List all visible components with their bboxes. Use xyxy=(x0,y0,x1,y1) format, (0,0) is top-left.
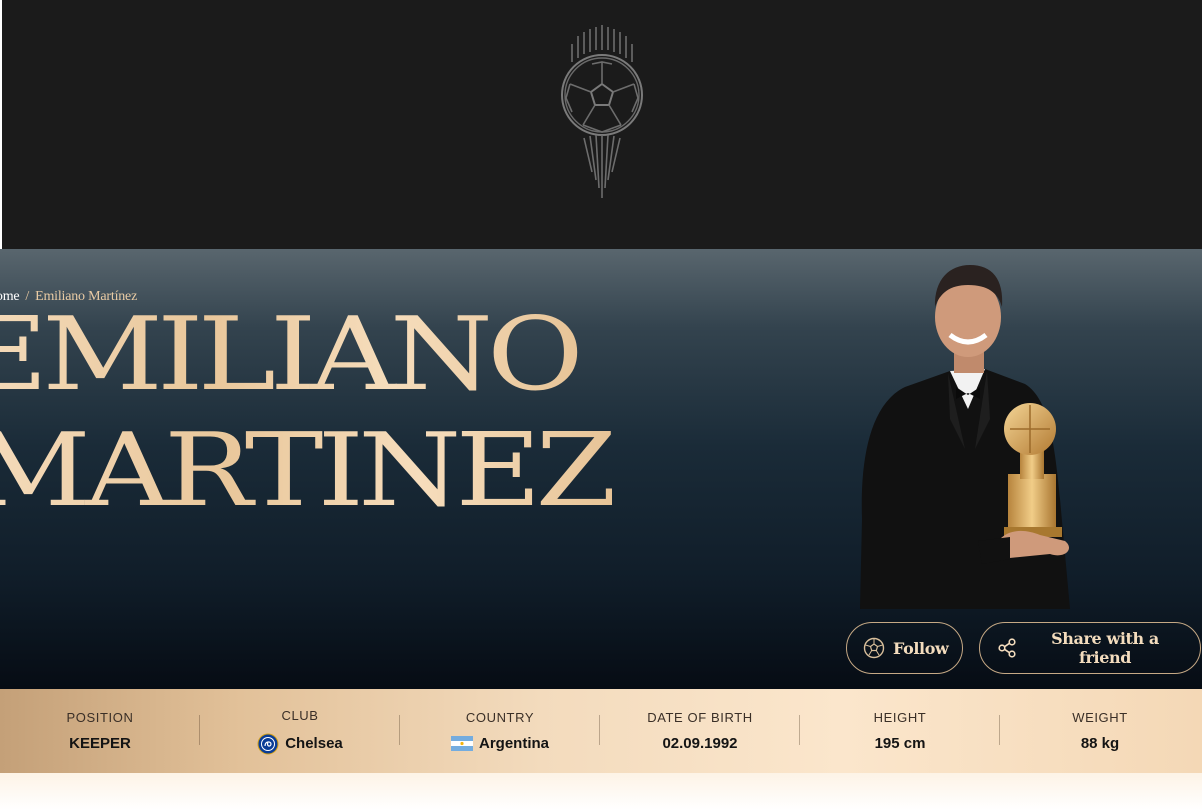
stat-value: 195 cm xyxy=(875,735,926,752)
dob-value: 02.09.1992 xyxy=(662,735,738,752)
stat-label: POSITION xyxy=(66,710,134,725)
stat-label: CLUB xyxy=(281,707,319,723)
weight-value: 88 kg xyxy=(1080,735,1120,752)
player-first-name: EMILIANO xyxy=(0,303,584,404)
follow-label: Follow xyxy=(893,638,949,658)
follow-button[interactable]: Follow xyxy=(846,622,963,674)
club-link[interactable]: Chelsea xyxy=(285,735,343,752)
stat-value: 88 kg xyxy=(1081,735,1119,752)
stat-value: Chelsea xyxy=(257,733,343,755)
stat-position: POSITION KEEPER xyxy=(0,689,200,773)
player-hero: Home/Emiliano Martínez EMILIANO MARTINEZ xyxy=(0,249,1202,689)
stat-label: HEIGHT xyxy=(873,710,927,725)
argentina-flag-icon xyxy=(450,736,473,751)
stat-height: HEIGHT 195 cm xyxy=(800,689,1000,773)
player-stats-bar: POSITION KEEPER CLUB Chelsea COUNTRY Arg… xyxy=(0,689,1202,773)
stat-value: Argentina xyxy=(450,735,549,752)
share-label: Share with a friend xyxy=(1051,629,1159,667)
chelsea-crest-icon xyxy=(257,733,279,754)
stat-date-of-birth: DATE OF BIRTH 02.09.1992 xyxy=(600,689,800,773)
ballon-dor-logo-icon[interactable] xyxy=(558,22,650,202)
stat-label: DATE OF BIRTH xyxy=(647,710,753,725)
height-value: 195 cm xyxy=(874,735,926,752)
stat-value: KEEPER xyxy=(69,735,131,752)
share-icon xyxy=(998,638,1016,658)
stat-label: COUNTRY xyxy=(465,710,535,725)
page-bottom xyxy=(0,773,1202,810)
player-last-name: MARTINEZ xyxy=(0,419,618,520)
player-photo xyxy=(860,265,1070,609)
position-value: KEEPER xyxy=(69,735,131,752)
stat-value: 02.09.1992 xyxy=(662,735,737,752)
stat-label: WEIGHT xyxy=(1072,710,1128,725)
ball-icon xyxy=(863,637,885,659)
country-link[interactable]: Argentina xyxy=(479,735,549,752)
stat-club: CLUB Chelsea xyxy=(200,689,400,773)
stat-weight: WEIGHT 88 kg xyxy=(1000,689,1200,773)
share-button[interactable]: Share with a friend xyxy=(979,622,1201,674)
stat-country: COUNTRY Argentina xyxy=(400,689,600,773)
top-banner xyxy=(2,0,1202,249)
